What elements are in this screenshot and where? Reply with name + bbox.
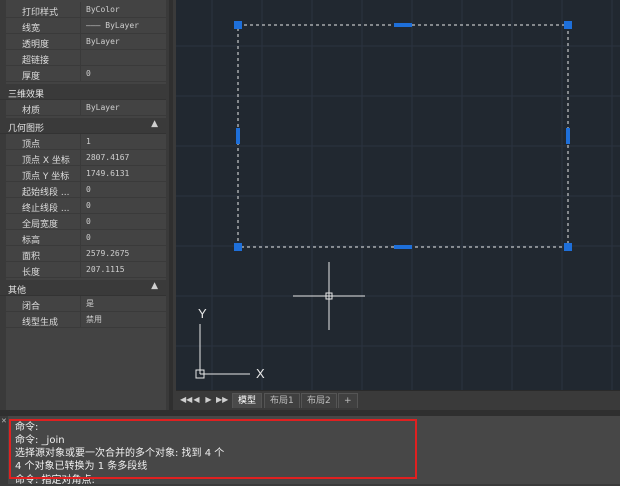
midpoint-grip[interactable] <box>394 23 412 27</box>
corner-grip[interactable] <box>234 243 242 251</box>
property-key: 顶点 Y 坐标 <box>22 172 70 182</box>
highlight-annotation-box <box>9 419 417 479</box>
property-value[interactable]: 0 <box>80 66 166 81</box>
previous-layout-icon[interactable]: ◀ <box>192 395 201 406</box>
property-key: 顶点 X 坐标 <box>22 156 70 166</box>
property-key: 标高 <box>22 236 41 246</box>
property-value[interactable] <box>80 50 166 65</box>
ucs-x-label: X <box>256 366 265 381</box>
property-value[interactable]: 207.1115 <box>80 262 166 277</box>
property-key: 面积 <box>22 252 41 262</box>
last-layout-icon[interactable]: ▶▶ <box>216 395 228 406</box>
command-line-gutter: ✕ <box>0 416 8 484</box>
tab-layout1[interactable]: 布局1 <box>264 393 300 408</box>
close-icon[interactable]: ✕ <box>1 417 7 425</box>
properties-panel: 打印样式 ByColor 线宽 ——— ByLayer 透明度 ByLayer … <box>0 0 166 410</box>
property-value[interactable]: 2579.2675 <box>80 246 166 261</box>
collapse-icon[interactable]: ▲ <box>151 281 158 291</box>
property-key: 长度 <box>22 268 41 278</box>
drawing-canvas[interactable]: Y X <box>176 0 620 390</box>
property-key: 厚度 <box>22 72 41 82</box>
property-value[interactable]: 0 <box>80 214 166 229</box>
property-row-vertex-y[interactable]: 顶点 Y 坐标 1749.6131 <box>6 166 166 182</box>
collapse-icon[interactable]: ▲ <box>151 119 158 129</box>
property-row-hyperlink[interactable]: 超链接 <box>6 50 166 66</box>
property-row-closed[interactable]: 闭合 是 <box>6 296 166 312</box>
property-key: 终止线段 ... <box>22 204 70 214</box>
property-value[interactable]: 1749.6131 <box>80 166 166 181</box>
property-key: 透明度 <box>22 40 50 50</box>
property-key: 起始线段 ... <box>22 188 70 198</box>
property-key: 材质 <box>22 106 41 116</box>
section-title: 其他 <box>8 286 27 296</box>
property-value[interactable]: ——— ByLayer <box>80 18 166 33</box>
property-row-linetype-generation[interactable]: 线型生成 禁用 <box>6 312 166 328</box>
corner-grip[interactable] <box>564 243 572 251</box>
property-key: 超链接 <box>22 56 50 66</box>
property-key: 闭合 <box>22 302 41 312</box>
midpoint-grip[interactable] <box>236 128 240 144</box>
next-layout-icon[interactable]: ▶ <box>204 395 213 406</box>
crosshair-cursor <box>293 262 365 330</box>
ucs-y-label: Y <box>198 306 207 321</box>
selected-polyline-rectangle[interactable] <box>237 24 569 248</box>
property-value[interactable]: 0 <box>80 182 166 197</box>
property-row-material[interactable]: 材质 ByLayer <box>6 100 166 116</box>
add-layout-tab[interactable]: + <box>338 393 358 408</box>
property-row-length[interactable]: 长度 207.1115 <box>6 262 166 278</box>
ucs-icon <box>195 324 250 379</box>
section-header-3d[interactable]: 三维效果 <box>0 84 166 100</box>
property-row-vertex[interactable]: 顶点 1 <box>6 134 166 150</box>
property-row-transparency[interactable]: 透明度 ByLayer <box>6 34 166 50</box>
property-key: 全局宽度 <box>22 220 59 230</box>
layout-tab-bar: ◀◀ ◀ ▶ ▶▶ 模型 布局1 布局2 + <box>176 390 620 410</box>
property-value[interactable]: ByLayer <box>80 100 166 115</box>
midpoint-grip[interactable] <box>566 128 570 144</box>
property-row-vertex-x[interactable]: 顶点 X 坐标 2807.4167 <box>6 150 166 166</box>
property-key: 打印样式 <box>22 8 59 18</box>
property-key: 线型生成 <box>22 318 59 328</box>
property-value[interactable]: 2807.4167 <box>80 150 166 165</box>
corner-grip[interactable] <box>564 21 572 29</box>
property-row-plot-style[interactable]: 打印样式 ByColor <box>6 2 166 18</box>
grid <box>176 0 620 390</box>
property-row-elevation[interactable]: 标高 0 <box>6 230 166 246</box>
section-title: 几何图形 <box>8 124 45 134</box>
property-row-start-segment[interactable]: 起始线段 ... 0 <box>6 182 166 198</box>
property-row-thickness[interactable]: 厚度 0 <box>6 66 166 82</box>
panel-splitter[interactable] <box>166 0 176 410</box>
section-header-geometry[interactable]: 几何图形 ▲ <box>0 118 166 134</box>
property-value[interactable]: 0 <box>80 198 166 213</box>
grip-handles <box>234 21 572 251</box>
property-key: 顶点 <box>22 140 41 150</box>
splitter-bar <box>169 0 173 410</box>
drawing-viewport[interactable]: Y X <box>176 0 620 390</box>
property-value[interactable]: ByColor <box>80 2 166 17</box>
corner-grip[interactable] <box>234 21 242 29</box>
tab-layout2[interactable]: 布局2 <box>301 393 337 408</box>
property-value[interactable]: 0 <box>80 230 166 245</box>
property-key: 线宽 <box>22 24 41 34</box>
property-value[interactable]: 是 <box>80 296 166 311</box>
property-value[interactable]: 1 <box>80 134 166 149</box>
section-header-misc[interactable]: 其他 ▲ <box>0 280 166 296</box>
property-value[interactable]: ByLayer <box>80 34 166 49</box>
property-row-area[interactable]: 面积 2579.2675 <box>6 246 166 262</box>
midpoint-grip[interactable] <box>394 245 412 249</box>
first-layout-icon[interactable]: ◀◀ <box>180 395 192 406</box>
property-row-global-width[interactable]: 全局宽度 0 <box>6 214 166 230</box>
property-value[interactable]: 禁用 <box>80 312 166 327</box>
property-row-lineweight[interactable]: 线宽 ——— ByLayer <box>6 18 166 34</box>
tab-model[interactable]: 模型 <box>232 393 263 408</box>
section-title: 三维效果 <box>8 90 45 100</box>
property-row-end-segment[interactable]: 终止线段 ... 0 <box>6 198 166 214</box>
